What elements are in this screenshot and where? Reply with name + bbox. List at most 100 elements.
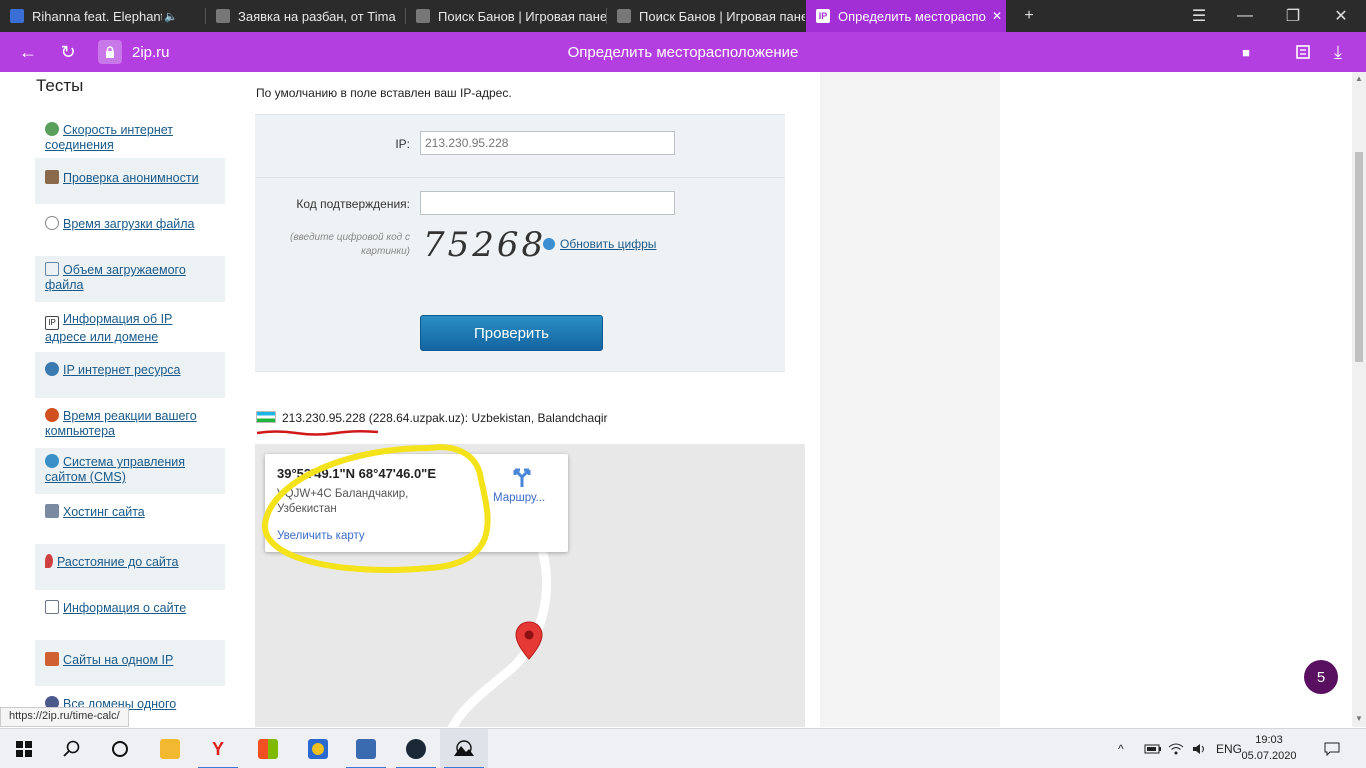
scroll-down-icon[interactable]: ▼	[1352, 714, 1366, 723]
clock-date: 05.07.2020	[1241, 750, 1297, 762]
notifications-icon[interactable]	[1324, 729, 1340, 768]
sidebar-item-reaction-time[interactable]: Время реакции вашего компьютера	[35, 402, 225, 448]
taskbar-app2[interactable]	[342, 729, 390, 768]
cms-icon	[45, 454, 59, 468]
site-info-icon	[45, 600, 59, 614]
sidebar-item-file-size[interactable]: Объем загружаемого файла	[35, 256, 225, 302]
taskbar-store[interactable]	[244, 729, 292, 768]
bookmark-icon[interactable]: ■	[1226, 32, 1266, 72]
page-title: Определить месторасположение	[567, 44, 799, 61]
speaker-icon[interactable]: 🔈	[164, 10, 178, 23]
tab-unban-request[interactable]: Заявка на разбан, от Tima	[206, 0, 402, 32]
sidebar-item-download-time[interactable]: Время загрузки файла	[35, 210, 225, 256]
taskbar-app1[interactable]	[294, 729, 342, 768]
refresh-icon	[543, 238, 555, 250]
anonymity-icon	[45, 170, 59, 184]
2ip-icon: IP	[816, 9, 830, 23]
clock[interactable]: 19:03 05.07.2020	[1240, 732, 1298, 764]
tab-label: Поиск Банов | Игровая панель	[639, 8, 805, 24]
notification-badge[interactable]: 5	[1304, 660, 1338, 694]
tab-ban-search-2[interactable]: Поиск Банов | Игровая панель	[607, 0, 805, 32]
sidebar-item-sites-one-ip[interactable]: Сайты на одном IP	[35, 640, 225, 686]
sidebar-item-ip-resource[interactable]: IP интернет ресурса	[35, 352, 225, 398]
check-button[interactable]: Проверить	[420, 315, 603, 351]
tab-locate[interactable]: IP Определить месторасположение ✕	[806, 0, 1006, 32]
pages-icon[interactable]	[1283, 32, 1323, 72]
language-indicator[interactable]: ENG	[1216, 729, 1242, 768]
search-button[interactable]	[48, 729, 96, 768]
ip-check-form: IP: Код подтверждения: (введите цифровой…	[255, 114, 785, 372]
volume-icon[interactable]	[1192, 729, 1208, 768]
address-bar: ← ↻ 2ip.ru Определить месторасположение …	[0, 32, 1366, 72]
page-scrollbar[interactable]: ▲ ▼	[1352, 72, 1366, 727]
code-input[interactable]	[420, 191, 675, 215]
photos-icon	[454, 740, 474, 756]
wifi-icon[interactable]	[1168, 729, 1184, 768]
ip-label: IP:	[395, 137, 410, 151]
tab-bar: Rihanna feat. Elephant Man 🔈 Заявка на р…	[0, 0, 1366, 32]
reaction-icon	[45, 408, 59, 422]
hosting-icon	[45, 504, 59, 518]
battery-icon[interactable]	[1144, 729, 1162, 768]
app-icon	[308, 739, 328, 759]
result-line: 213.230.95.228 (228.64.uzpak.uz): Uzbeki…	[256, 411, 608, 425]
scroll-up-icon[interactable]: ▲	[1352, 74, 1366, 83]
site-icon	[617, 9, 631, 23]
code-hint: (введите цифровой код с картинки)	[289, 232, 410, 257]
taskbar: Y ^ ENG 19:03 05.07.2020	[0, 728, 1366, 768]
restore-button[interactable]: ❐	[1270, 0, 1316, 32]
store-icon	[258, 739, 278, 759]
folder-icon	[160, 739, 180, 759]
site-icon	[216, 9, 230, 23]
sidebar-item-distance[interactable]: Расстояние до сайта	[35, 544, 225, 590]
tab-label: Определить месторасположение	[838, 8, 986, 24]
taskbar-yandex[interactable]: Y	[194, 729, 242, 768]
uzbekistan-flag-icon	[256, 411, 276, 423]
close-tab-icon[interactable]: ✕	[992, 9, 1002, 23]
sidebar-item-ip-info[interactable]: IP Информация об IP адресе или домене	[35, 306, 225, 352]
minimize-button[interactable]: —	[1222, 0, 1268, 32]
refresh-digits-link[interactable]: Обновить цифры	[543, 237, 656, 251]
search-icon	[63, 740, 80, 757]
sidebar-item-anonymity[interactable]: Проверка анонимности	[35, 158, 225, 204]
tray-chevron[interactable]: ^	[1118, 729, 1124, 768]
tab-youtube[interactable]: Rihanna feat. Elephant Man 🔈	[0, 0, 200, 32]
right-column	[820, 72, 1000, 727]
yellow-circle-annotation	[261, 444, 491, 573]
taskbar-explorer[interactable]	[146, 729, 194, 768]
menu-button[interactable]: ☰	[1176, 0, 1222, 32]
tab-label: Заявка на разбан, от Tima	[238, 8, 396, 24]
close-window-button[interactable]: ✕	[1318, 0, 1364, 32]
sidebar-item-site-info[interactable]: Информация о сайте	[35, 594, 225, 640]
form-divider	[255, 177, 785, 178]
google-map[interactable]: 39°52'49.1"N 68°47'46.0"E VQJW+4C Баланд…	[255, 444, 805, 727]
status-url: https://2ip.ru/time-calc/	[0, 707, 129, 727]
tab-label: Rihanna feat. Elephant Man	[32, 8, 162, 24]
taskbar-steam[interactable]	[392, 729, 440, 768]
sidebar-item-cms[interactable]: Система управления сайтом (CMS)	[35, 448, 225, 494]
default-ip-note: По умолчанию в поле вставлен ваш IP-адре…	[256, 86, 512, 100]
ip-resource-icon	[45, 362, 59, 376]
taskbar-active-app[interactable]	[440, 729, 488, 768]
task-view-button[interactable]	[96, 729, 144, 768]
ip-input[interactable]	[420, 131, 675, 155]
map-pin-icon[interactable]	[514, 621, 544, 661]
scroll-thumb[interactable]	[1355, 152, 1363, 362]
result-text: 213.230.95.228 (228.64.uzpak.uz): Uzbeki…	[282, 411, 608, 425]
new-tab-button[interactable]: +	[1006, 0, 1052, 32]
sites-one-ip-icon	[45, 652, 59, 666]
start-button[interactable]	[0, 729, 48, 768]
sidebar-item-hosting[interactable]: Хостинг сайта	[35, 498, 225, 544]
tab-label: Поиск Банов | Игровая панель	[438, 8, 606, 24]
clock-icon	[45, 216, 59, 230]
windows-icon	[16, 741, 32, 757]
tab-ban-search-1[interactable]: Поиск Банов | Игровая панель	[406, 0, 606, 32]
captcha-image: 75268	[423, 225, 547, 265]
speed-icon	[45, 122, 59, 136]
sidebar-item-speed[interactable]: Скорость интернет соединения	[35, 116, 225, 162]
red-underline-annotation	[256, 429, 379, 436]
page-content: Тесты Скорость интернет соединения Прове…	[0, 72, 1352, 727]
download-icon[interactable]: ⤓	[1318, 32, 1358, 72]
yandex-browser-icon: Y	[211, 738, 224, 759]
cortana-icon	[112, 741, 128, 757]
